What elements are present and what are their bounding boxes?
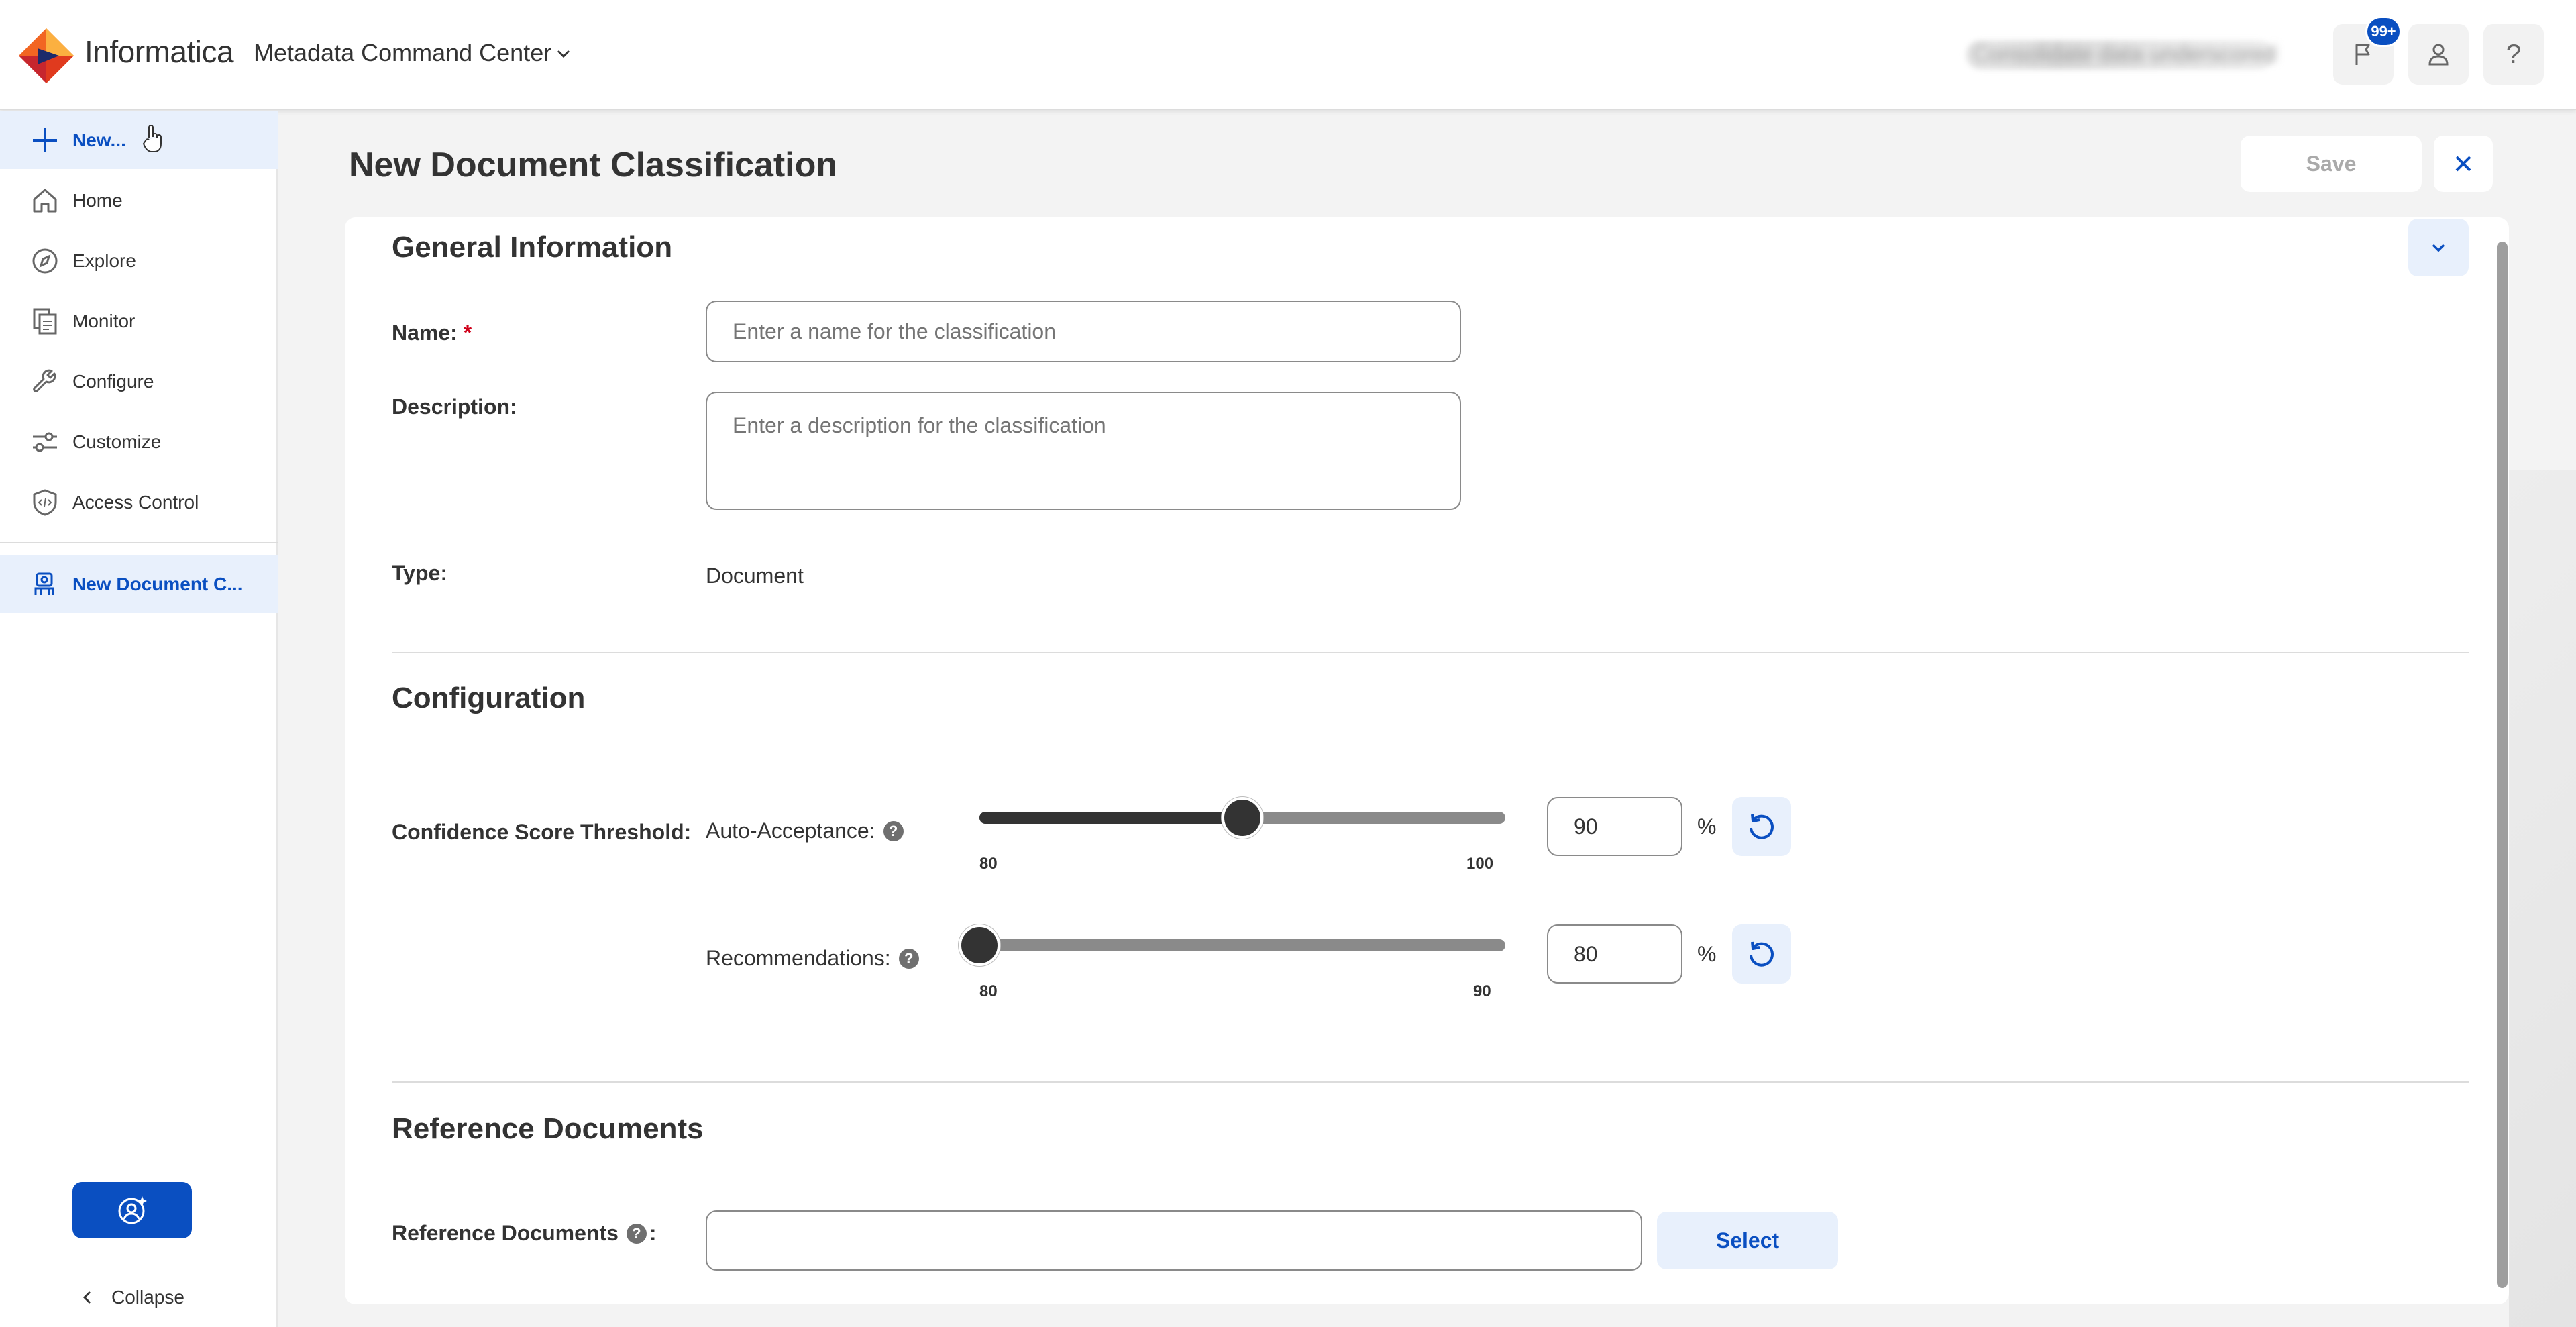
name-input[interactable] bbox=[706, 301, 1461, 362]
reference-documents-label-text: Reference Documents bbox=[392, 1221, 619, 1245]
recommendations-min: 80 bbox=[979, 982, 998, 1000]
assistant-button[interactable] bbox=[72, 1182, 192, 1238]
type-label: Type: bbox=[392, 561, 447, 585]
sidebar-item-explore[interactable]: Explore bbox=[0, 232, 278, 290]
shield-icon bbox=[27, 484, 63, 521]
name-label-text: Name: bbox=[392, 321, 458, 345]
sidebar-item-new[interactable]: New... bbox=[0, 111, 278, 169]
reference-documents-label-suffix: : bbox=[649, 1221, 657, 1245]
recommendations-input[interactable]: 80 bbox=[1547, 924, 1682, 984]
help-icon[interactable]: ? bbox=[898, 948, 919, 969]
sidebar-item-label: Configure bbox=[72, 371, 154, 392]
help-icon[interactable]: ? bbox=[626, 1223, 647, 1244]
reference-documents-label: Reference Documents ? : bbox=[392, 1221, 657, 1246]
help-button[interactable]: ? bbox=[2483, 24, 2544, 85]
sidebar-item-label: Explore bbox=[72, 250, 136, 271]
help-icon: ? bbox=[2506, 39, 2522, 69]
auto-acceptance-label: Auto-Acceptance: ? bbox=[706, 818, 904, 843]
recommendations-label: Recommendations: ? bbox=[706, 946, 919, 971]
top-bar: Informatica Metadata Command Center Cons… bbox=[0, 0, 2576, 110]
notifications-badge: 99+ bbox=[2365, 16, 2402, 47]
name-label: Name: * bbox=[392, 321, 472, 346]
user-org-label: Consolidate data underscored bbox=[1972, 42, 2277, 67]
recommendations-slider-thumb[interactable] bbox=[959, 924, 1000, 966]
sidebar-item-configure[interactable]: Configure bbox=[0, 353, 278, 411]
vertical-scrollbar[interactable] bbox=[2497, 242, 2508, 1288]
sidebar-item-access-control[interactable]: Access Control bbox=[0, 474, 278, 531]
sidebar-item-label: Monitor bbox=[72, 311, 136, 331]
app-switcher[interactable]: Metadata Command Center bbox=[254, 39, 551, 67]
chevron-down-icon bbox=[2432, 244, 2445, 252]
sidebar-divider bbox=[0, 542, 278, 543]
sidebar: New... Home Explore Monitor Configure Cu… bbox=[0, 111, 278, 1327]
recommendations-reset-button[interactable] bbox=[1732, 924, 1791, 984]
sidebar-item-label: Customize bbox=[72, 431, 162, 452]
section-divider bbox=[392, 1081, 2469, 1083]
plus-icon bbox=[27, 122, 63, 158]
informatica-logo-icon bbox=[19, 28, 74, 83]
hand-cursor-icon bbox=[142, 125, 162, 152]
sidebar-item-new-document-classification[interactable]: New Document C... bbox=[0, 555, 278, 613]
help-icon[interactable]: ? bbox=[883, 820, 904, 841]
auto-acceptance-unit: % bbox=[1697, 814, 1717, 839]
description-label: Description: bbox=[392, 394, 517, 419]
save-button[interactable]: Save bbox=[2241, 136, 2422, 192]
recommendations-unit: % bbox=[1697, 942, 1717, 966]
close-icon bbox=[2455, 156, 2471, 172]
select-button[interactable]: Select bbox=[1657, 1212, 1838, 1269]
documents-icon bbox=[27, 303, 63, 339]
brand-name: Informatica bbox=[85, 34, 234, 69]
reset-icon bbox=[1750, 941, 1774, 967]
reference-documents-input[interactable] bbox=[706, 1210, 1642, 1271]
collapse-section-button[interactable] bbox=[2408, 219, 2469, 276]
recommendations-label-text: Recommendations: bbox=[706, 946, 891, 970]
description-input[interactable] bbox=[706, 392, 1461, 510]
configuration-title: Configuration bbox=[392, 682, 586, 714]
collapse-sidebar-button[interactable]: Collapse bbox=[80, 1287, 184, 1308]
sidebar-item-label: New... bbox=[72, 129, 126, 150]
reset-icon bbox=[1750, 814, 1774, 839]
chevron-down-icon[interactable] bbox=[554, 44, 573, 63]
chevron-left-icon bbox=[83, 1291, 91, 1304]
sidebar-item-label: New Document C... bbox=[72, 574, 243, 594]
auto-acceptance-max: 100 bbox=[1466, 855, 1494, 873]
home-icon bbox=[27, 182, 63, 219]
reference-documents-title: Reference Documents bbox=[392, 1112, 704, 1145]
required-marker: * bbox=[463, 321, 472, 345]
sliders-icon bbox=[27, 424, 63, 460]
auto-acceptance-slider-thumb[interactable] bbox=[1222, 797, 1263, 839]
sidebar-item-monitor[interactable]: Monitor bbox=[0, 293, 278, 350]
auto-acceptance-min: 80 bbox=[979, 855, 998, 873]
auto-acceptance-input[interactable]: 90 bbox=[1547, 797, 1682, 856]
sidebar-item-home[interactable]: Home bbox=[0, 172, 278, 229]
auto-acceptance-slider[interactable] bbox=[979, 797, 1505, 839]
classification-icon bbox=[27, 566, 63, 602]
sidebar-item-label: Home bbox=[72, 190, 123, 211]
compass-icon bbox=[27, 243, 63, 279]
type-value: Document bbox=[706, 564, 804, 588]
auto-acceptance-reset-button[interactable] bbox=[1732, 797, 1791, 856]
user-profile-button[interactable] bbox=[2408, 24, 2469, 85]
confidence-score-threshold-label: Confidence Score Threshold: bbox=[392, 820, 692, 844]
general-information-title: General Information bbox=[392, 231, 673, 264]
collapse-label: Collapse bbox=[111, 1287, 184, 1308]
wrench-icon bbox=[27, 364, 63, 400]
recommendations-max: 90 bbox=[1473, 982, 1491, 1000]
background-decoration bbox=[2509, 470, 2576, 1327]
page-title: New Document Classification bbox=[349, 146, 838, 184]
user-icon bbox=[2428, 44, 2449, 66]
section-divider bbox=[392, 652, 2469, 653]
sidebar-item-customize[interactable]: Customize bbox=[0, 413, 278, 471]
assistant-icon bbox=[118, 1196, 147, 1224]
auto-acceptance-label-text: Auto-Acceptance: bbox=[706, 818, 875, 843]
auto-acceptance-slider-fill bbox=[979, 812, 1242, 824]
sidebar-item-label: Access Control bbox=[72, 492, 199, 513]
close-button[interactable] bbox=[2434, 136, 2493, 192]
recommendations-slider[interactable] bbox=[959, 924, 1505, 966]
